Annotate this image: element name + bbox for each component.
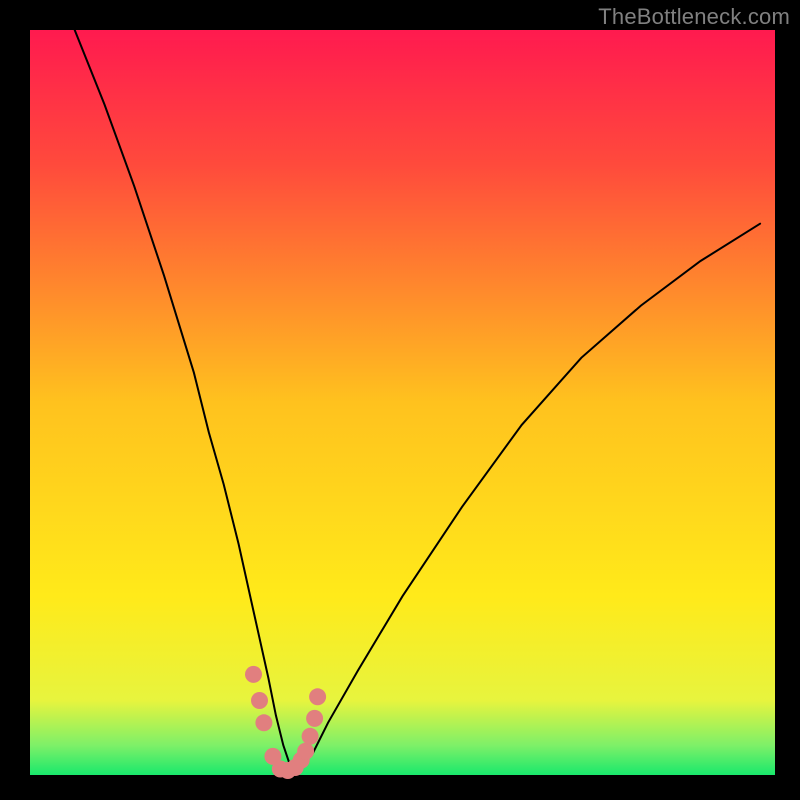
highlight-dot	[309, 688, 326, 705]
highlight-dot	[245, 666, 262, 683]
highlight-dot	[306, 710, 323, 727]
chart-frame: TheBottleneck.com	[0, 0, 800, 800]
highlight-dot	[255, 714, 272, 731]
highlight-dot	[251, 692, 268, 709]
bottleneck-chart	[0, 0, 800, 800]
watermark-text: TheBottleneck.com	[598, 4, 790, 30]
highlight-dot	[302, 728, 319, 745]
highlight-dot	[297, 743, 314, 760]
plot-area	[30, 30, 775, 775]
